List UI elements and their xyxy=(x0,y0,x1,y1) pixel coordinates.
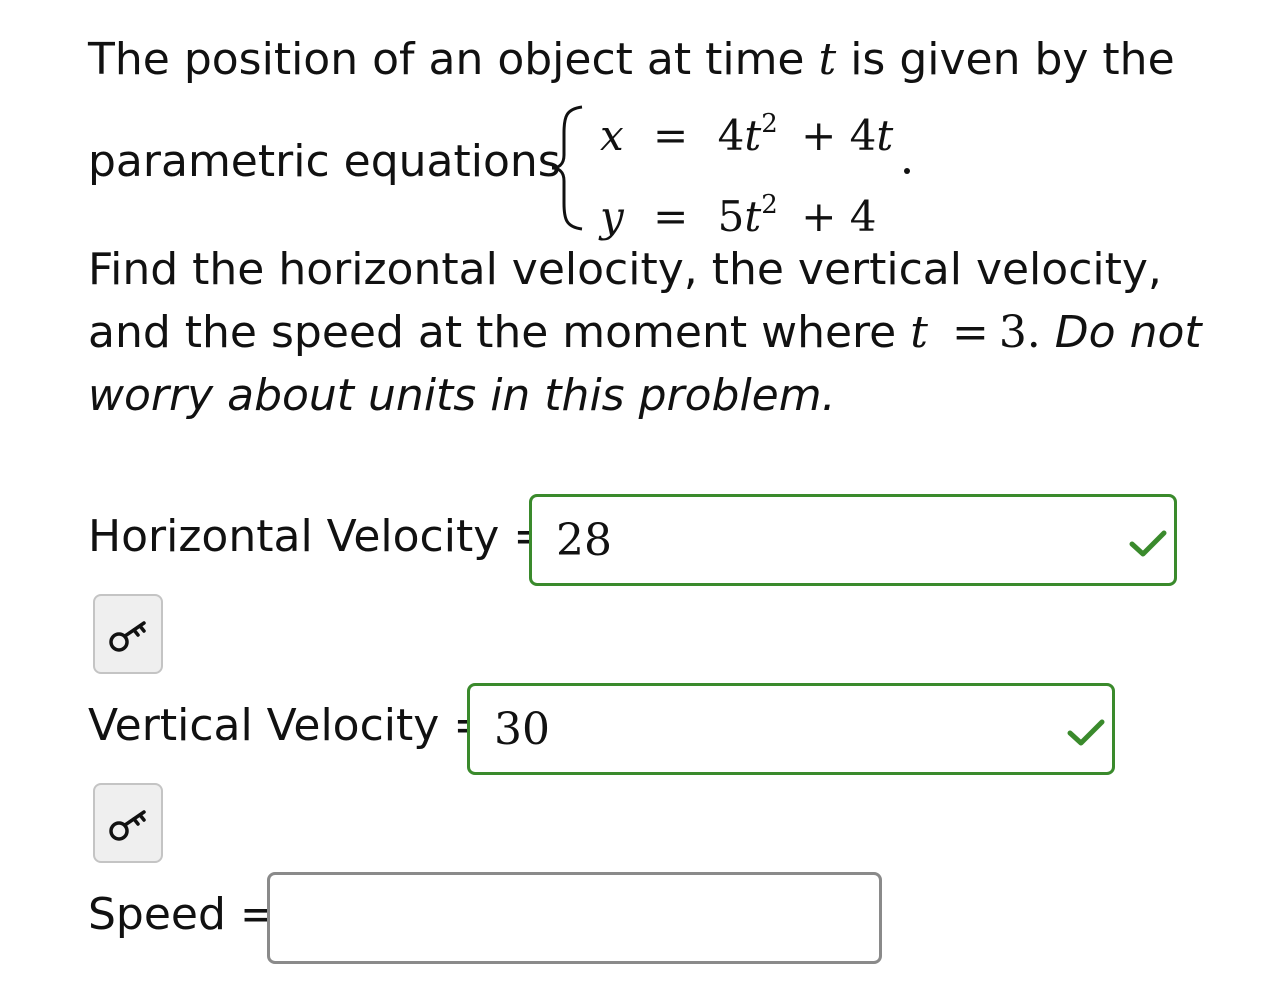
time-variable: t xyxy=(818,34,837,85)
eq-x-rest: + 4 xyxy=(801,111,877,160)
horizontal-velocity-key-button[interactable] xyxy=(93,594,163,674)
vertical-velocity-key-button[interactable] xyxy=(93,783,163,863)
eq-y-rest: + 4 xyxy=(801,192,877,241)
horizontal-velocity-input[interactable]: 28 xyxy=(529,494,1177,586)
worry-line: worry about units in this problem. xyxy=(88,370,836,421)
equation-x: x = 4t2 + 4t xyxy=(600,99,893,161)
speed-label: Speed = xyxy=(88,889,277,940)
moment-equals: = xyxy=(951,307,989,358)
eq-x-exponent: 2 xyxy=(761,109,778,139)
eq-y-t: t xyxy=(744,192,762,241)
eq-x-variable: x xyxy=(600,111,624,160)
left-brace xyxy=(551,105,583,231)
eq-x-t: t xyxy=(744,111,762,160)
problem-line-1: The position of an object at time t is g… xyxy=(88,32,1175,88)
check-icon xyxy=(1129,530,1167,557)
moment-value: 3. xyxy=(998,307,1041,358)
parametric-label: parametric equations xyxy=(88,136,561,187)
moment-text: and the speed at the moment where xyxy=(88,307,897,358)
check-icon xyxy=(1067,719,1105,746)
equation-y: y = 5t2 + 4 xyxy=(600,180,876,242)
moment-line: and the speed at the moment where t = 3. … xyxy=(88,305,1202,361)
eq-y-coefficient: 5 xyxy=(717,192,745,241)
intro-text-after: is given by the xyxy=(850,34,1175,85)
key-icon xyxy=(109,810,146,841)
horizontal-velocity-label: Horizontal Velocity = xyxy=(88,511,551,562)
vertical-velocity-input[interactable]: 30 xyxy=(467,683,1115,775)
eq-x-coefficient: 4 xyxy=(717,111,745,160)
moment-variable: t xyxy=(910,307,928,358)
equation-period xyxy=(904,168,910,174)
eq-y-exponent: 2 xyxy=(761,190,778,220)
eq-y-variable: y xyxy=(600,192,624,241)
intro-text-before: The position of an object at time xyxy=(88,34,805,85)
vertical-velocity-value: 30 xyxy=(494,704,550,755)
key-icon xyxy=(109,621,146,652)
speed-input[interactable] xyxy=(267,872,882,964)
eq-x-equals: = xyxy=(653,111,689,160)
moment-italic-text: Do not xyxy=(1054,307,1202,358)
eq-x-rest-t: t xyxy=(876,111,894,160)
horizontal-velocity-value: 28 xyxy=(556,515,612,566)
find-line: Find the horizontal velocity, the vertic… xyxy=(88,244,1162,295)
vertical-velocity-label: Vertical Velocity = xyxy=(88,700,491,751)
eq-y-equals: = xyxy=(653,192,689,241)
